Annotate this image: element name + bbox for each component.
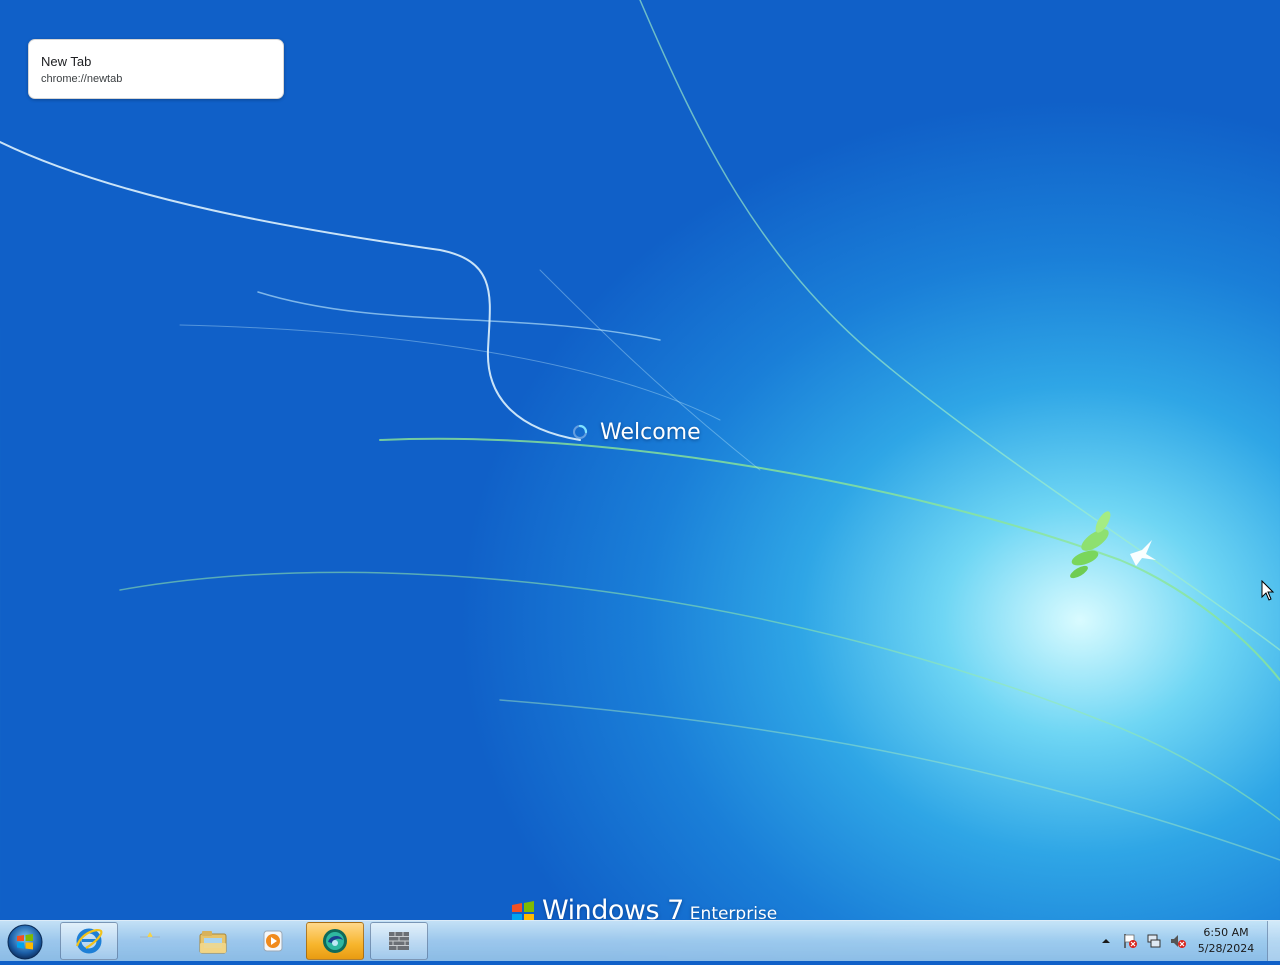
mouse-cursor-icon [1261, 580, 1275, 601]
windows-branding: Windows 7 Enterprise [510, 895, 778, 920]
bird-decoration [1130, 540, 1156, 566]
start-button[interactable] [6, 923, 44, 961]
desktop[interactable]: New Tab chrome://newtab Welcome Windows … [0, 0, 1280, 920]
taskbar-internet-explorer[interactable] [60, 922, 118, 960]
wallpaper-light-streaks [0, 0, 1280, 861]
windows-flag-icon [512, 901, 534, 920]
show-desktop-button[interactable] [1267, 921, 1280, 961]
show-hidden-arrow-icon[interactable] [1098, 933, 1114, 949]
recycle-bin-icon [140, 932, 160, 938]
action-center-flag-icon[interactable] [1122, 933, 1138, 949]
media-player-icon [263, 930, 283, 952]
clock[interactable]: 6:50 AM 5/28/2024 [1194, 925, 1258, 957]
welcome-text: Welcome [600, 419, 701, 445]
ie-icon [75, 928, 103, 954]
taskbar: 6:50 AM 5/28/2024 [0, 920, 1280, 961]
folder-icon [199, 931, 227, 954]
tab-hover-card: New Tab chrome://newtab [28, 39, 284, 99]
windows-orb-icon [7, 924, 43, 960]
clock-date: 5/28/2024 [1197, 942, 1255, 955]
welcome-message: Welcome [572, 417, 701, 447]
taskbar-windows-explorer[interactable] [184, 922, 242, 960]
taskbar-media-player[interactable] [244, 922, 302, 960]
tab-url: chrome://newtab [41, 73, 123, 85]
volume-muted-icon[interactable] [1170, 933, 1186, 949]
taskbar-browser[interactable] [306, 922, 364, 960]
browser-icon [323, 929, 347, 953]
os-name: Windows 7 [542, 895, 684, 920]
network-icon[interactable] [1146, 933, 1162, 949]
tab-title: New Tab [41, 54, 92, 69]
wall-icon [389, 932, 409, 950]
clock-time: 6:50 AM [1203, 926, 1249, 939]
system-tray: 6:50 AM 5/28/2024 [1090, 921, 1280, 961]
taskbar-recycle-bin[interactable] [122, 922, 180, 960]
taskbar-app[interactable] [370, 922, 428, 960]
loading-spinner-icon [573, 424, 588, 439]
os-edition: Enterprise [689, 904, 778, 920]
